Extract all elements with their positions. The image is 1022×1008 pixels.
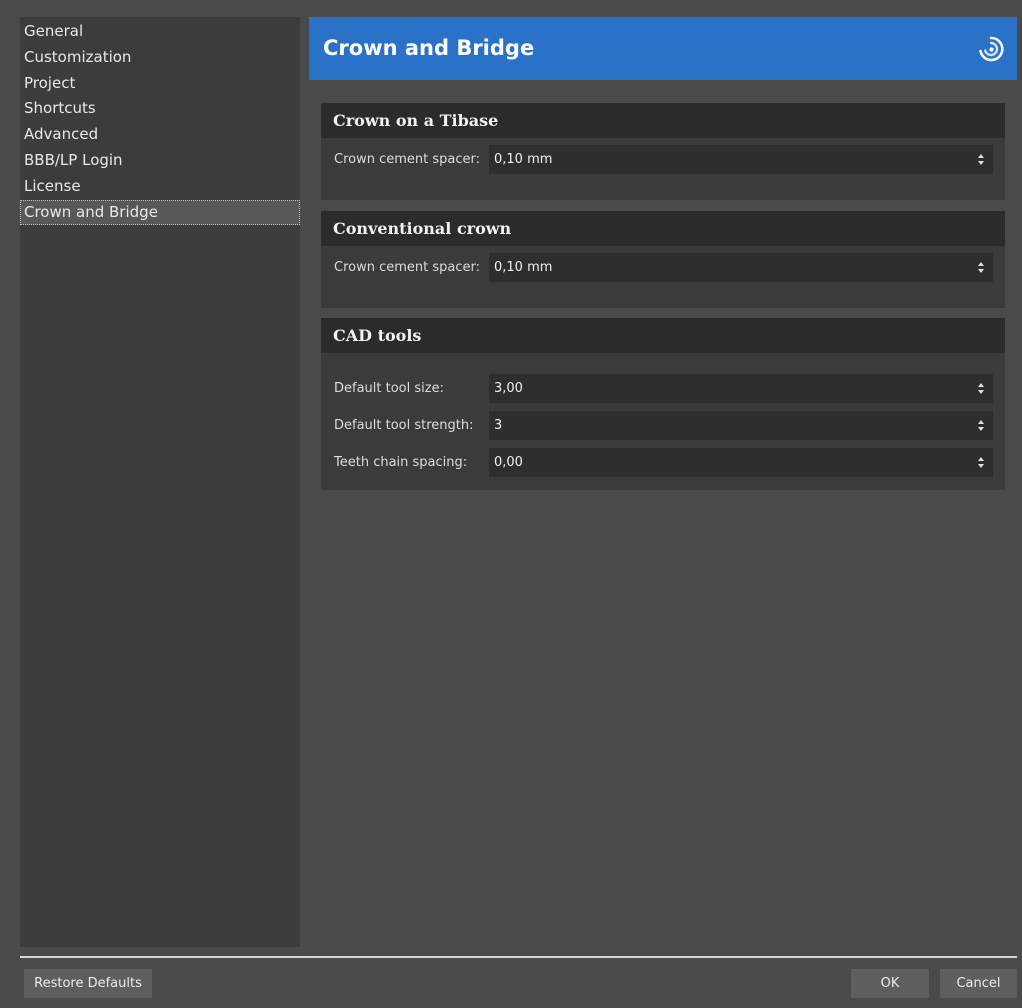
group-title: CAD tools	[321, 318, 1005, 353]
settings-sidebar: General Customization Project Shortcuts …	[20, 17, 300, 947]
default-tool-size-spinbox[interactable]: 3,00	[489, 374, 993, 403]
group-title: Crown on a Tibase	[321, 103, 1005, 138]
spinbox-value: 0,00	[494, 455, 523, 470]
field-label: Teeth chain spacing:	[334, 455, 468, 470]
field-row-default-tool-size: Default tool size: 3,00	[321, 370, 1005, 407]
spinbox-value: 0,10 mm	[494, 260, 553, 275]
field-label: Crown cement spacer:	[334, 260, 481, 275]
field-label: Crown cement spacer:	[334, 152, 481, 167]
spin-arrows-icon[interactable]	[977, 152, 985, 167]
swirl-logo-icon	[979, 36, 1004, 62]
ok-button[interactable]: OK	[851, 969, 929, 998]
sidebar-item-general[interactable]: General	[20, 19, 300, 45]
sidebar-item-shortcuts[interactable]: Shortcuts	[20, 96, 300, 122]
crown-cement-spacer-spinbox[interactable]: 0,10 mm	[489, 253, 993, 282]
sidebar-item-customization[interactable]: Customization	[20, 45, 300, 71]
spin-arrows-icon[interactable]	[977, 455, 985, 470]
group-conventional-crown: Conventional crown Crown cement spacer: …	[321, 211, 1005, 308]
group-crown-on-tibase: Crown on a Tibase Crown cement spacer: 0…	[321, 103, 1005, 200]
default-tool-strength-spinbox[interactable]: 3	[489, 411, 993, 440]
teeth-chain-spacing-spinbox[interactable]: 0,00	[489, 448, 993, 477]
spin-arrows-icon[interactable]	[977, 418, 985, 433]
page-header: Crown and Bridge	[309, 17, 1017, 80]
group-cad-tools: CAD tools Default tool size: 3,00 Defaul…	[321, 318, 1005, 490]
field-row-crown-cement-spacer: Crown cement spacer: 0,10 mm	[321, 141, 1005, 178]
footer-divider	[20, 956, 1017, 958]
sidebar-item-bbb-lp-login[interactable]: BBB/LP Login	[20, 148, 300, 174]
crown-cement-spacer-spinbox[interactable]: 0,10 mm	[489, 145, 993, 174]
sidebar-item-crown-and-bridge[interactable]: Crown and Bridge	[20, 199, 300, 226]
spinbox-value: 3,00	[494, 381, 523, 396]
field-label: Default tool strength:	[334, 418, 474, 433]
field-row-teeth-chain-spacing: Teeth chain spacing: 0,00	[321, 444, 1005, 481]
settings-panel: Crown and Bridge Crown on a Tibase Crown…	[309, 17, 1017, 947]
field-row-crown-cement-spacer: Crown cement spacer: 0,10 mm	[321, 249, 1005, 286]
spin-arrows-icon[interactable]	[977, 260, 985, 275]
group-title: Conventional crown	[321, 211, 1005, 246]
spin-arrows-icon[interactable]	[977, 381, 985, 396]
sidebar-list: General Customization Project Shortcuts …	[20, 17, 300, 226]
spinbox-value: 3	[494, 418, 503, 433]
cancel-button[interactable]: Cancel	[940, 969, 1017, 998]
restore-defaults-button[interactable]: Restore Defaults	[24, 969, 152, 998]
sidebar-item-advanced[interactable]: Advanced	[20, 122, 300, 148]
spinbox-value: 0,10 mm	[494, 152, 553, 167]
field-label: Default tool size:	[334, 381, 444, 396]
field-row-default-tool-strength: Default tool strength: 3	[321, 407, 1005, 444]
page-title: Crown and Bridge	[323, 36, 535, 60]
sidebar-item-license[interactable]: License	[20, 174, 300, 200]
sidebar-item-project[interactable]: Project	[20, 71, 300, 97]
